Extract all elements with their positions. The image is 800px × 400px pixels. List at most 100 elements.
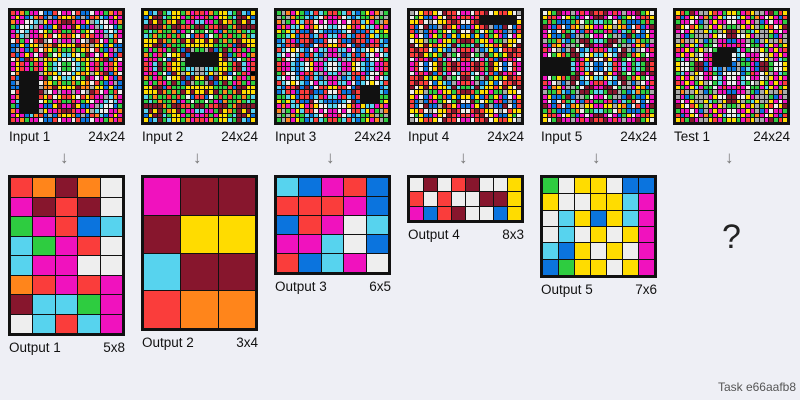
- grid-cell: [470, 57, 475, 62]
- grid-cell: [760, 43, 764, 48]
- grid-cell: [347, 85, 351, 90]
- grid-cell: [470, 53, 475, 57]
- grid-cell: [337, 113, 342, 118]
- grid-cell: [76, 76, 80, 80]
- grid-cell: [603, 99, 608, 104]
- grid-cell: [356, 109, 360, 113]
- grid-cell: [414, 29, 419, 34]
- grid-cell: [195, 25, 199, 29]
- grid-cell: [494, 34, 498, 38]
- grid-cell: [286, 43, 290, 48]
- grid-cell: [636, 48, 640, 52]
- down-arrow-icon: ↓: [193, 148, 202, 167]
- grid-cell: [594, 99, 598, 104]
- grid-cell: [109, 85, 113, 90]
- grid-cell: [76, 62, 80, 66]
- grid-cell: [575, 11, 580, 15]
- grid-cell: [685, 104, 689, 108]
- grid-cell: [452, 34, 456, 38]
- grid-cell: [113, 53, 118, 57]
- grid-cell: [685, 99, 689, 104]
- grid-cell: [650, 118, 654, 122]
- grid-cell: [442, 25, 447, 29]
- grid-cell: [299, 235, 321, 253]
- grid-cell: [328, 99, 332, 104]
- grid-cell: [15, 109, 20, 113]
- grid-cell: [508, 11, 512, 15]
- grid-cell: [428, 67, 433, 71]
- grid-cell: [232, 15, 237, 20]
- grid-cell: [641, 57, 645, 62]
- grid-cell: [557, 99, 561, 104]
- grid-cell: [552, 43, 556, 48]
- grid-cell: [676, 109, 680, 113]
- grid-cell: [246, 118, 251, 122]
- grid-cell: [438, 48, 442, 52]
- grid-cell: [456, 15, 461, 20]
- grid-cell: [599, 99, 603, 104]
- grid-cell: [291, 113, 295, 118]
- grid-title: Output 3: [275, 279, 327, 294]
- grid-cell: [176, 48, 181, 52]
- grid-cell: [379, 25, 384, 29]
- grid-cell: [636, 53, 640, 57]
- grid-cell: [589, 25, 594, 29]
- grid-cell: [277, 15, 281, 20]
- grid-cell: [295, 11, 300, 15]
- grid-cell: [676, 99, 680, 104]
- grid-cell: [237, 90, 241, 94]
- grid-cell: [251, 99, 255, 104]
- grid-cell: [732, 95, 736, 99]
- grid-cell: [246, 48, 251, 52]
- grid-cell: [167, 25, 171, 29]
- grid-cell: [571, 109, 575, 113]
- grid-cell: [690, 81, 694, 85]
- grid-cell: [144, 48, 148, 52]
- grid-cell: [769, 11, 773, 15]
- grid-cell: [594, 39, 598, 43]
- grid-cell: [209, 48, 213, 52]
- grid-cell: [356, 43, 360, 48]
- grid-cell: [708, 104, 713, 108]
- grid-cell: [566, 39, 570, 43]
- grid-title: Input 5: [541, 129, 583, 144]
- grid-cell: [34, 95, 38, 99]
- grid-cell: [300, 109, 304, 113]
- grid-cell: [561, 71, 566, 76]
- grid-cell: [566, 99, 570, 104]
- grid-cell: [228, 85, 232, 90]
- grid-cell: [603, 67, 608, 71]
- grid-cell: [680, 118, 685, 122]
- grid-cell: [181, 48, 185, 52]
- grid-cell: [251, 20, 255, 24]
- grid-cell: [167, 15, 171, 20]
- grid-cell: [599, 39, 603, 43]
- grid-cell: [543, 25, 547, 29]
- grid-cell: [428, 57, 433, 62]
- grid-cell: [204, 104, 209, 108]
- grid-cell: [603, 62, 608, 66]
- grid-cell: [699, 109, 703, 113]
- grid-cell: [309, 76, 314, 80]
- grid-cell: [158, 85, 162, 90]
- grid-cell: [246, 95, 251, 99]
- grid-cell: [305, 76, 309, 80]
- grid-cell: [195, 34, 199, 38]
- grid-cell: [158, 39, 162, 43]
- grid-cell: [309, 48, 314, 52]
- grid-cell: [15, 62, 20, 66]
- grid-cell: [433, 62, 437, 66]
- grid-cell: [144, 76, 148, 80]
- grid-cell: [676, 20, 680, 24]
- grid-cell: [356, 48, 360, 52]
- grid-cell: [361, 67, 365, 71]
- grid-cell: [561, 76, 566, 80]
- grid-cell: [333, 67, 337, 71]
- grid-cell: [641, 39, 645, 43]
- grid-cell: [162, 113, 167, 118]
- grid-cell: [718, 20, 722, 24]
- grid-cell: [428, 11, 433, 15]
- grid-cell: [113, 25, 118, 29]
- grid-cell: [480, 43, 484, 48]
- grid-cell: [319, 29, 323, 34]
